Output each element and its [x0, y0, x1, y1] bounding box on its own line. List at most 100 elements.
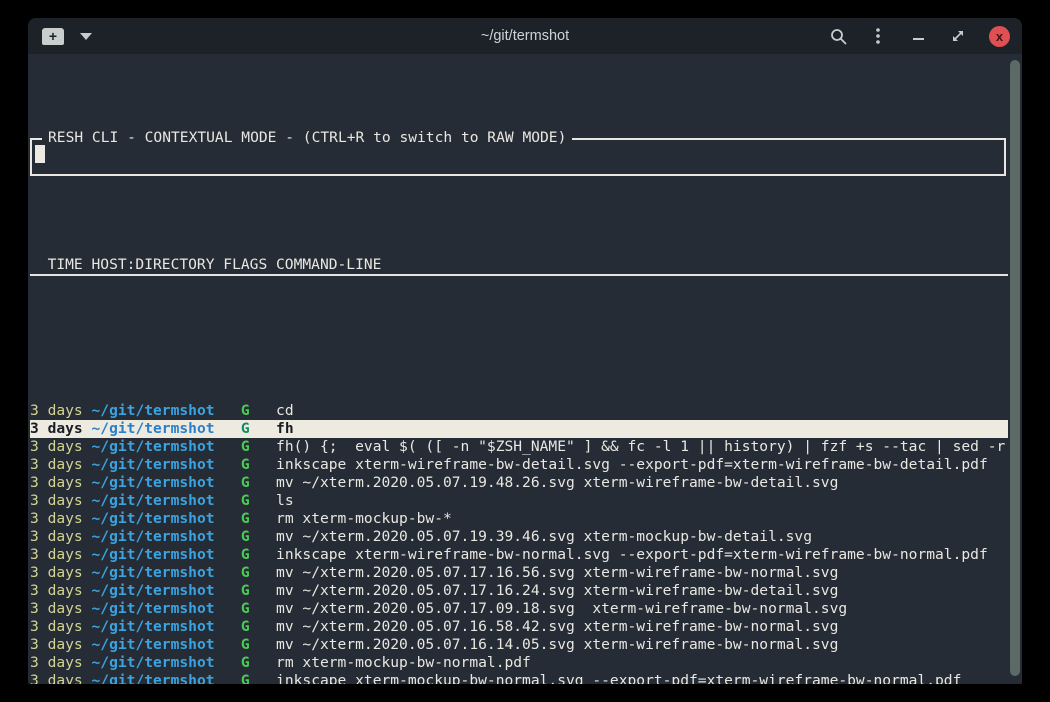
- row-time: 3 days: [30, 636, 83, 653]
- row-host-directory: ~/git/termshot: [92, 474, 215, 491]
- history-row[interactable]: 3 days ~/git/termshot G mv ~/xterm.2020.…: [30, 600, 1008, 618]
- row-host-directory: ~/git/termshot: [92, 654, 215, 671]
- row-command: mv ~/xterm.2020.05.07.17.16.24.svg xterm…: [276, 582, 838, 599]
- history-row[interactable]: 3 days ~/git/termshot G inkscape xterm-m…: [30, 672, 1008, 684]
- row-host-directory: ~/git/termshot: [92, 618, 215, 635]
- row-time: 3 days: [30, 528, 83, 545]
- row-flags: G: [241, 474, 250, 491]
- history-row[interactable]: 3 days ~/git/termshot G cd: [30, 402, 1008, 420]
- row-time: 3 days: [30, 420, 83, 437]
- row-host-directory: ~/git/termshot: [92, 528, 215, 545]
- row-flags: G: [241, 492, 250, 509]
- history-table-header: TIME HOST:DIRECTORY FLAGS COMMAND-LINE: [30, 256, 1008, 276]
- row-host-directory: ~/git/termshot: [92, 510, 215, 527]
- row-host-directory: ~/git/termshot: [92, 438, 215, 455]
- chevron-down-icon[interactable]: [80, 33, 92, 40]
- row-command: fh() {; eval $( ([ -n "$ZSH_NAME" ] && f…: [276, 438, 1005, 455]
- row-command: mv ~/xterm.2020.05.07.17.16.56.svg xterm…: [276, 564, 838, 581]
- row-flags: G: [241, 546, 250, 563]
- row-host-directory: ~/git/termshot: [92, 600, 215, 617]
- row-host-directory: ~/git/termshot: [92, 402, 215, 419]
- row-time: 3 days: [30, 510, 83, 527]
- history-row[interactable]: 3 days ~/git/termshot G mv ~/xterm.2020.…: [30, 582, 1008, 600]
- row-command: inkscape xterm-wireframe-bw-normal.svg -…: [276, 546, 988, 563]
- minimize-button[interactable]: [909, 27, 927, 45]
- row-time: 3 days: [30, 618, 83, 635]
- row-time: 3 days: [30, 456, 83, 473]
- row-time: 3 days: [30, 564, 83, 581]
- row-host-directory: ~/git/termshot: [92, 564, 215, 581]
- search-icon: [830, 28, 847, 45]
- terminal-screen: RESH CLI - CONTEXTUAL MODE - (CTRL+R to …: [28, 54, 1022, 684]
- row-flags: G: [241, 618, 250, 635]
- row-command: inkscape xterm-wireframe-bw-detail.svg -…: [276, 456, 988, 473]
- row-flags: G: [241, 600, 250, 617]
- row-host-directory: ~/git/termshot: [92, 420, 215, 437]
- row-time: 3 days: [30, 582, 83, 599]
- row-time: 3 days: [30, 492, 83, 509]
- row-command: fh: [276, 420, 294, 437]
- titlebar: + ~/git/termshot: [28, 18, 1022, 54]
- history-row[interactable]: 3 days ~/git/termshot G mv ~/xterm.2020.…: [30, 636, 1008, 654]
- row-host-directory: ~/git/termshot: [92, 636, 215, 653]
- resh-mode-title: RESH CLI - CONTEXTUAL MODE - (CTRL+R to …: [42, 129, 572, 147]
- row-flags: G: [241, 402, 250, 419]
- history-row[interactable]: 3 days ~/git/termshot G fh() {; eval $( …: [30, 438, 1008, 456]
- row-flags: G: [241, 438, 250, 455]
- history-row[interactable]: 3 days ~/git/termshot G ls: [30, 492, 1008, 510]
- close-icon: x: [996, 30, 1003, 43]
- search-button[interactable]: [829, 27, 847, 45]
- history-list: 3 days ~/git/termshot G cd3 days ~/git/t…: [30, 348, 1008, 684]
- row-flags: G: [241, 510, 250, 527]
- row-host-directory: ~/git/termshot: [92, 492, 215, 509]
- menu-button[interactable]: [869, 27, 887, 45]
- row-host-directory: ~/git/termshot: [92, 672, 215, 684]
- row-command: mv ~/xterm.2020.05.07.16.14.05.svg xterm…: [276, 636, 838, 653]
- row-flags: G: [241, 420, 250, 437]
- restore-button[interactable]: [949, 27, 967, 45]
- row-command: ls: [276, 492, 294, 509]
- new-tab-button[interactable]: +: [42, 28, 64, 45]
- row-flags: G: [241, 582, 250, 599]
- plus-icon: +: [49, 29, 57, 43]
- row-flags: G: [241, 528, 250, 545]
- row-time: 3 days: [30, 474, 83, 491]
- row-time: 3 days: [30, 600, 83, 617]
- row-flags: G: [241, 456, 250, 473]
- row-command: mv ~/xterm.2020.05.07.16.58.42.svg xterm…: [276, 618, 838, 635]
- history-row[interactable]: 3 days ~/git/termshot G fh: [30, 420, 1008, 438]
- history-row[interactable]: 3 days ~/git/termshot G mv ~/xterm.2020.…: [30, 618, 1008, 636]
- history-row[interactable]: 3 days ~/git/termshot G inkscape xterm-w…: [30, 546, 1008, 564]
- kebab-menu-icon: [876, 28, 880, 44]
- row-time: 3 days: [30, 438, 83, 455]
- terminal-window: + ~/git/termshot: [28, 18, 1022, 684]
- row-host-directory: ~/git/termshot: [92, 582, 215, 599]
- row-command: inkscape xterm-mockup-bw-normal.svg --ex…: [276, 672, 961, 684]
- history-row[interactable]: 3 days ~/git/termshot G mv ~/xterm.2020.…: [30, 474, 1008, 492]
- row-time: 3 days: [30, 402, 83, 419]
- row-time: 3 days: [30, 546, 83, 563]
- history-row[interactable]: 3 days ~/git/termshot G inkscape xterm-w…: [30, 456, 1008, 474]
- row-flags: G: [241, 636, 250, 653]
- row-command: mv ~/xterm.2020.05.07.19.48.26.svg xterm…: [276, 474, 838, 491]
- row-flags: G: [241, 654, 250, 671]
- history-row[interactable]: 3 days ~/git/termshot G rm xterm-mockup-…: [30, 510, 1008, 528]
- row-host-directory: ~/git/termshot: [92, 546, 215, 563]
- text-cursor: [35, 145, 45, 163]
- history-row[interactable]: 3 days ~/git/termshot G mv ~/xterm.2020.…: [30, 528, 1008, 546]
- history-row[interactable]: 3 days ~/git/termshot G mv ~/xterm.2020.…: [30, 564, 1008, 582]
- row-flags: G: [241, 564, 250, 581]
- row-host-directory: ~/git/termshot: [92, 456, 215, 473]
- row-command: rm xterm-mockup-bw-normal.pdf: [276, 654, 531, 671]
- resh-search-box[interactable]: RESH CLI - CONTEXTUAL MODE - (CTRL+R to …: [30, 138, 1006, 176]
- row-time: 3 days: [30, 654, 83, 671]
- close-button[interactable]: x: [989, 26, 1010, 47]
- row-time: 3 days: [30, 672, 83, 684]
- row-command: cd: [276, 402, 294, 419]
- row-command: mv ~/xterm.2020.05.07.17.09.18.svg xterm…: [276, 600, 847, 617]
- scrollbar[interactable]: [1010, 60, 1020, 676]
- history-row[interactable]: 3 days ~/git/termshot G rm xterm-mockup-…: [30, 654, 1008, 672]
- row-flags: G: [241, 672, 250, 684]
- restore-icon: [951, 29, 965, 43]
- row-command: rm xterm-mockup-bw-*: [276, 510, 452, 527]
